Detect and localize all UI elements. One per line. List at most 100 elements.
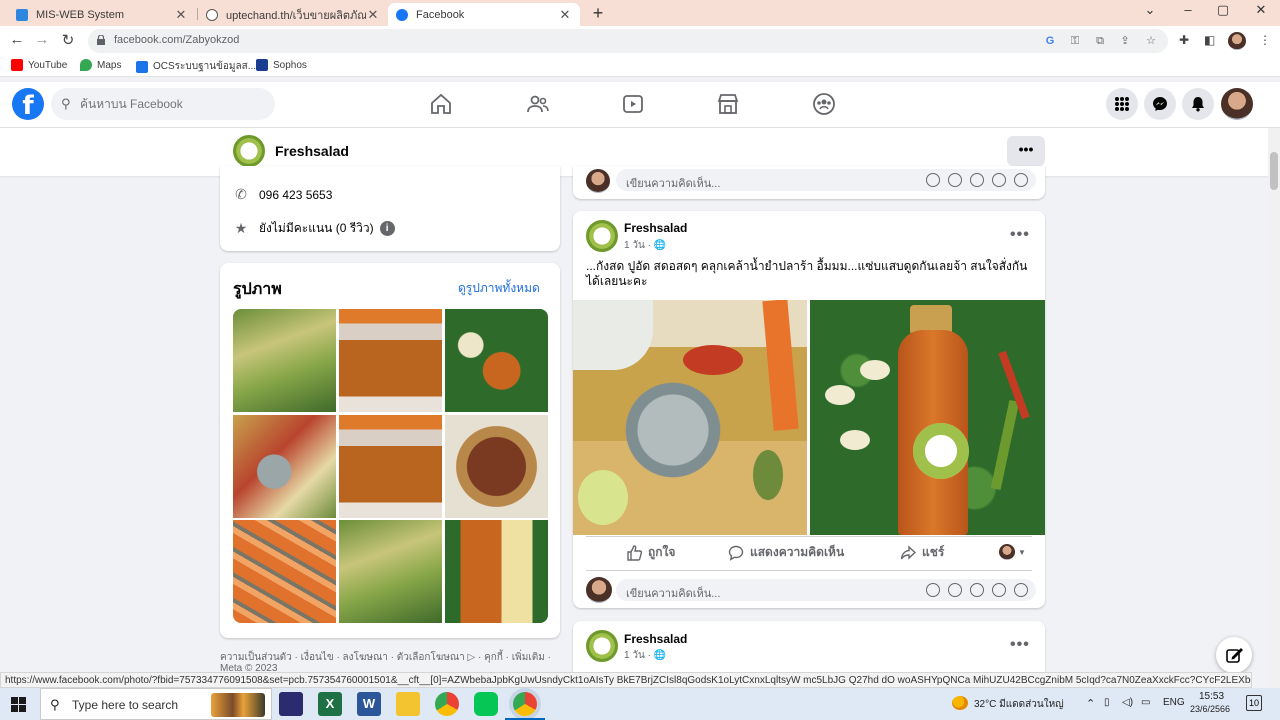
sticker-icon[interactable] <box>1014 173 1028 187</box>
bookmark-star-icon[interactable]: ☆ <box>1144 34 1158 48</box>
new-message-button[interactable] <box>1216 637 1252 673</box>
taskbar-app-vscode[interactable] <box>279 692 303 716</box>
search-input[interactable] <box>80 95 260 113</box>
page-more-options-button[interactable]: ••• <box>1007 136 1045 166</box>
post-timestamp[interactable]: 1 วัน · 🌐 <box>624 648 666 663</box>
tray-speaker-icon[interactable]: ◁) <box>1122 697 1133 708</box>
back-arrow-icon[interactable]: ← <box>7 31 27 48</box>
friends-icon[interactable] <box>526 92 550 116</box>
watch-icon[interactable] <box>621 92 645 116</box>
browser-profile-avatar[interactable] <box>1228 32 1246 50</box>
avatar-sticker-icon[interactable] <box>926 583 940 597</box>
taskbar-app-excel[interactable]: X <box>318 692 342 716</box>
bookmark-youtube[interactable]: YouTube <box>11 59 67 71</box>
photo-thumbnail[interactable] <box>233 415 336 518</box>
forward-arrow-icon[interactable]: → <box>32 31 52 48</box>
post-photo-dressing-bottle[interactable] <box>810 300 1045 535</box>
scrollbar-thumb[interactable] <box>1270 152 1278 190</box>
camera-icon[interactable] <box>970 583 984 597</box>
close-window-icon[interactable]: ✕ <box>1251 2 1271 18</box>
tab-mis-web[interactable]: MIS-WEB System ✕ <box>8 3 196 26</box>
comment-input[interactable]: เขียนความคิดเห็น... <box>616 579 1036 601</box>
menu-grid-button[interactable] <box>1106 88 1138 120</box>
photo-thumbnail[interactable] <box>445 309 548 412</box>
taskbar-date[interactable]: 23/6/2566 <box>1190 704 1230 714</box>
bookmark-ocs[interactable]: OCSระบบฐานข้อมูลส... <box>136 59 256 74</box>
google-icon[interactable]: G <box>1043 34 1057 48</box>
post-author-avatar[interactable] <box>586 630 618 662</box>
bookmark-sophos[interactable]: Sophos <box>256 59 307 71</box>
taskbar-weather[interactable]: 32°C มีแดดส่วนใหญ่ <box>974 697 1064 712</box>
extensions-puzzle-icon[interactable]: ✚ <box>1179 33 1189 47</box>
bookmark-maps[interactable]: Maps <box>80 59 121 71</box>
groups-icon[interactable] <box>812 92 836 116</box>
taskbar-app-line[interactable] <box>474 692 498 716</box>
post-photo-salad[interactable] <box>573 300 807 535</box>
facebook-search-box[interactable]: ⚲ <box>51 88 275 120</box>
comment-input[interactable]: เขียนความคิดเห็น... <box>616 169 1036 191</box>
facebook-logo-icon[interactable]: f <box>12 88 44 121</box>
taskbar-app-word[interactable]: W <box>357 692 381 716</box>
tab-uptechand[interactable]: uptechand.th/เว็บขายผลิตภัณฑ์น้ำสลัด ✕ <box>198 3 388 26</box>
taskbar-clock[interactable]: 15:53 <box>1199 691 1224 702</box>
sticker-icon[interactable] <box>1014 583 1028 597</box>
gif-icon[interactable] <box>992 583 1006 597</box>
post-author-name[interactable]: Freshsalad <box>624 632 687 646</box>
taskbar-app-file-explorer[interactable] <box>396 692 420 716</box>
photo-thumbnail[interactable] <box>445 520 548 623</box>
photo-thumbnail[interactable] <box>445 415 548 518</box>
freshsalad-page-logo[interactable] <box>233 135 265 167</box>
notification-center-icon[interactable]: 10 <box>1246 695 1262 711</box>
taskbar-app-chrome-active[interactable] <box>513 692 537 716</box>
page-title[interactable]: Freshsalad <box>275 143 349 159</box>
key-icon[interactable]: ⚿ <box>1068 34 1082 48</box>
share-button[interactable]: แชร์ <box>900 543 944 562</box>
photo-thumbnail[interactable] <box>233 309 336 412</box>
tray-chevron-icon[interactable]: ⌃ <box>1086 697 1095 710</box>
emoji-icon[interactable] <box>948 583 962 597</box>
post-timestamp[interactable]: 1 วัน · 🌐 <box>624 238 666 253</box>
profile-avatar[interactable] <box>1221 88 1253 120</box>
tray-language[interactable]: ENG <box>1163 697 1185 708</box>
tray-display-icon[interactable]: ▭ <box>1141 697 1150 708</box>
react-as-selector[interactable]: ▼ <box>999 544 1026 560</box>
minimize-icon[interactable]: – <box>1178 2 1198 17</box>
post-options-icon[interactable]: ••• <box>1010 636 1030 654</box>
see-all-photos-link[interactable]: ดูรูปภาพทั้งหมด <box>458 279 540 298</box>
messenger-button[interactable] <box>1144 88 1176 120</box>
close-tab-icon[interactable]: ✕ <box>366 7 380 23</box>
post-author-name[interactable]: Freshsalad <box>624 221 687 235</box>
photo-thumbnail[interactable] <box>339 415 442 518</box>
taskbar-search-box[interactable]: ⚲ Type here to search <box>40 688 272 720</box>
page-scrollbar[interactable] <box>1268 128 1280 688</box>
install-app-icon[interactable]: ⧉ <box>1093 34 1107 48</box>
marketplace-icon[interactable] <box>716 92 740 116</box>
gif-icon[interactable] <box>992 173 1006 187</box>
reload-icon[interactable]: ↻ <box>58 31 78 49</box>
tab-search-chevron-icon[interactable]: ⌄ <box>1140 2 1160 18</box>
close-tab-icon[interactable]: ✕ <box>558 7 572 23</box>
info-icon[interactable]: i <box>379 221 395 236</box>
home-icon[interactable] <box>429 92 453 116</box>
avatar-sticker-icon[interactable] <box>926 173 940 187</box>
post-options-icon[interactable]: ••• <box>1010 226 1030 244</box>
photo-thumbnail[interactable] <box>339 309 442 412</box>
windows-start-icon[interactable] <box>11 697 26 712</box>
maximize-icon[interactable]: ▢ <box>1213 2 1233 18</box>
phone-number[interactable]: 096 423 5653 <box>259 188 332 202</box>
address-bar[interactable]: facebook.com/Zabyokzod G ⚿ ⧉ ⇪ ☆ <box>88 29 1168 53</box>
notifications-button[interactable] <box>1182 88 1214 120</box>
post-author-avatar[interactable] <box>586 220 618 252</box>
close-tab-icon[interactable]: ✕ <box>174 7 188 23</box>
side-panel-icon[interactable]: ◧ <box>1204 33 1215 47</box>
taskbar-app-chrome[interactable] <box>435 692 459 716</box>
tab-facebook[interactable]: Facebook ✕ <box>388 3 580 26</box>
tray-network-icon[interactable]: ▯ <box>1104 697 1110 708</box>
camera-icon[interactable] <box>970 173 984 187</box>
share-page-icon[interactable]: ⇪ <box>1118 34 1132 48</box>
browser-menu-icon[interactable]: ⋮ <box>1259 33 1271 47</box>
photo-thumbnail[interactable] <box>339 520 442 623</box>
like-button[interactable]: ถูกใจ <box>626 543 675 562</box>
new-tab-plus-icon[interactable]: + <box>590 3 606 24</box>
comment-button[interactable]: แสดงความคิดเห็น <box>728 543 844 562</box>
